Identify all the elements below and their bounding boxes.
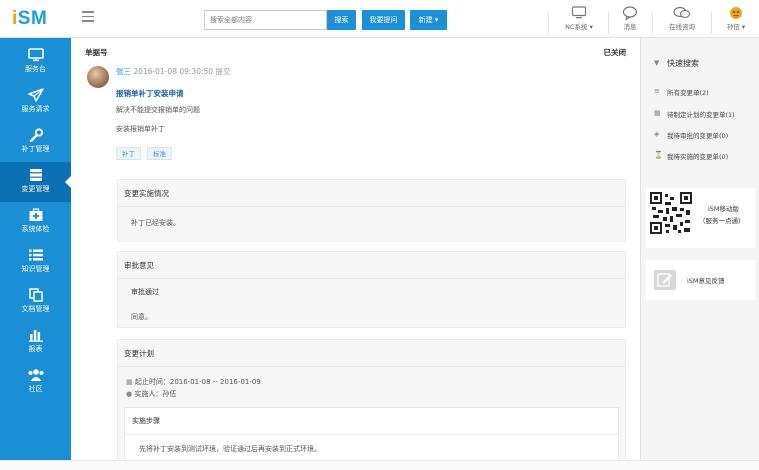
right-sidebar: ▼ 快速搜索 ≡ 所有变更单(2) ▦ 待制定计划的变更单(1) ◈ 我待审批的…: [640, 38, 759, 470]
chat-bubble-icon: [622, 6, 638, 20]
divider: [652, 12, 653, 34]
submitter-link[interactable]: 张三: [116, 67, 131, 76]
sidebar-item-community[interactable]: 社区: [0, 362, 71, 402]
divider: [711, 12, 712, 34]
user-menu[interactable]: 孙伍 ▾: [718, 6, 754, 31]
wrench-icon: [29, 128, 43, 142]
quick-search-my-implementation[interactable]: 我待实施的变更单(0): [667, 151, 728, 161]
documents-icon: [28, 288, 43, 302]
hourglass-icon: ⌛: [654, 151, 663, 159]
sidebar-item-knowledge-management[interactable]: 知识管理: [0, 242, 71, 282]
sidebar-item-service-request[interactable]: 服务请求: [0, 82, 71, 122]
ticket-description: 解决不能提交报销单的问题: [116, 106, 200, 114]
filter-icon: ▼: [654, 59, 660, 67]
search-button[interactable]: 搜索: [327, 10, 356, 30]
server-stack-icon: [29, 169, 42, 181]
messages-button[interactable]: 消息: [615, 6, 645, 31]
steps-title: 实施步骤: [125, 408, 618, 435]
change-plan-panel: 变更计划 ▦ 起止时间：2016-01-08 -- 2016-01-09 ● 实…: [117, 339, 626, 470]
approval-result: 审批通过: [131, 288, 159, 296]
sidebar-item-reports[interactable]: 报表: [0, 322, 71, 362]
feedback-label: iSM意见反馈: [687, 277, 725, 285]
mobile-app-box[interactable]: iSM移动版 （服务一点通）: [646, 188, 755, 248]
calendar-icon: ▦: [654, 109, 661, 117]
monitor-icon: [27, 48, 44, 62]
list-icon: [28, 249, 43, 261]
ticket-number-label: 单据号: [85, 48, 108, 57]
plan-time-row: ▦ 起止时间：2016-01-08 -- 2016-01-09: [126, 377, 617, 387]
sidebar-item-change-management[interactable]: 变更管理: [0, 162, 71, 202]
avatar: [87, 66, 109, 88]
quick-search-title: 快速搜索: [667, 59, 699, 68]
panel-title: 变更计划: [118, 340, 625, 367]
ticket-title[interactable]: 报销单补丁安装申请: [116, 88, 184, 99]
sidebar-item-system-check[interactable]: 系统体检: [0, 202, 71, 242]
box-icon: ◈: [654, 130, 660, 138]
quick-search-my-approval[interactable]: 我待审批的变更单(0): [667, 130, 728, 140]
online-consult-label: 在线咨询: [669, 23, 695, 31]
quick-search-all[interactable]: 所有变更单(2): [667, 87, 709, 97]
online-consult-button[interactable]: 在线咨询: [662, 6, 702, 31]
tag-patch[interactable]: 补丁: [116, 147, 141, 160]
plan-implementer: 实施人：孙伍: [134, 390, 177, 398]
list-icon: ≡: [654, 87, 660, 95]
monitor-icon: [571, 6, 587, 19]
user-name-label: 孙伍 ▾: [726, 23, 746, 31]
implementation-body: 补丁已经安装。: [131, 219, 180, 227]
sidebar: 服务台 服务请求 补丁管理 变更管理 系统体检 知识管理 文档管理 报表 社区: [0, 38, 71, 470]
submit-time: 2016-01-08 09:30:50 提交: [131, 67, 231, 76]
sidebar-item-label: 报表: [28, 345, 43, 353]
user-avatar-icon: [730, 7, 742, 19]
sidebar-item-label: 社区: [28, 385, 43, 393]
paper-plane-icon: [27, 88, 44, 102]
nc-system-label: NC系统 ▾: [565, 23, 593, 31]
ask-button[interactable]: 我要提问: [362, 10, 405, 30]
sidebar-item-label: 补丁管理: [21, 145, 50, 153]
sidebar-item-label: 服务台: [25, 65, 46, 73]
medical-kit-icon: [29, 208, 42, 221]
consult-bubbles-icon: [673, 6, 691, 19]
messages-label: 消息: [623, 23, 637, 31]
sidebar-item-label: 文档管理: [21, 305, 50, 313]
main-content: 单据号 已关闭 张三 2016-01-08 09:30:50 提交 报销单补丁安…: [71, 38, 640, 470]
divider: [548, 12, 549, 34]
edit-icon: [654, 270, 676, 290]
top-bar: iSM 搜索 我要提问 新建 ▾ NC系统 ▾ 消息 在线咨询 孙伍 ▾: [0, 0, 759, 38]
sidebar-item-patch-management[interactable]: 补丁管理: [0, 122, 71, 162]
panel-title: 审批意见: [118, 252, 625, 279]
qr-code-icon: [650, 192, 692, 234]
ticket-content: 安装报销单补丁: [116, 125, 165, 133]
sidebar-item-label: 变更管理: [21, 185, 50, 193]
feedback-box[interactable]: iSM意见反馈: [646, 260, 755, 300]
quick-search-pending-plan[interactable]: 待制定计划的变更单(1): [667, 109, 735, 119]
sidebar-item-label: 系统体检: [21, 225, 50, 233]
nc-system-menu[interactable]: NC系统 ▾: [556, 6, 602, 31]
submit-meta: 张三 2016-01-08 09:30:50 提交: [116, 66, 230, 77]
tag-standard[interactable]: 标准: [147, 147, 172, 160]
implementation-panel: 变更实施情况 补丁已经安装。: [117, 179, 626, 242]
new-button[interactable]: 新建 ▾: [410, 10, 447, 30]
panel-title: 变更实施情况: [118, 180, 625, 207]
menu-toggle-icon[interactable]: [82, 11, 94, 23]
divider: [608, 12, 609, 34]
sidebar-item-service-desk[interactable]: 服务台: [0, 42, 71, 82]
ticket-status: 已关闭: [603, 48, 627, 57]
sidebar-item-label: 知识管理: [21, 265, 50, 273]
approval-panel: 审批意见 审批通过 同意。: [117, 251, 626, 328]
users-group-icon: [28, 369, 43, 381]
bar-chart-icon: [28, 330, 43, 342]
person-icon: ●: [126, 390, 133, 398]
sidebar-item-label: 服务请求: [21, 105, 50, 113]
sidebar-item-document-management[interactable]: 文档管理: [0, 282, 71, 322]
steps-body: 先将补丁安装到测试环境，验证通过后再安装到正式环境。: [139, 445, 321, 453]
mobile-app-subtitle: （服务一点通）: [699, 217, 745, 225]
mobile-app-title: iSM移动版: [708, 205, 740, 213]
bottom-bar: [0, 460, 759, 470]
search-input[interactable]: [204, 10, 327, 30]
plan-implementer-row: ● 实施人：孙伍: [126, 389, 617, 399]
plan-time: 起止时间：2016-01-08 -- 2016-01-09: [134, 378, 261, 386]
calendar-icon: ▦: [126, 378, 133, 386]
logo[interactable]: iSM: [12, 8, 47, 30]
approval-comment: 同意。: [131, 313, 152, 321]
